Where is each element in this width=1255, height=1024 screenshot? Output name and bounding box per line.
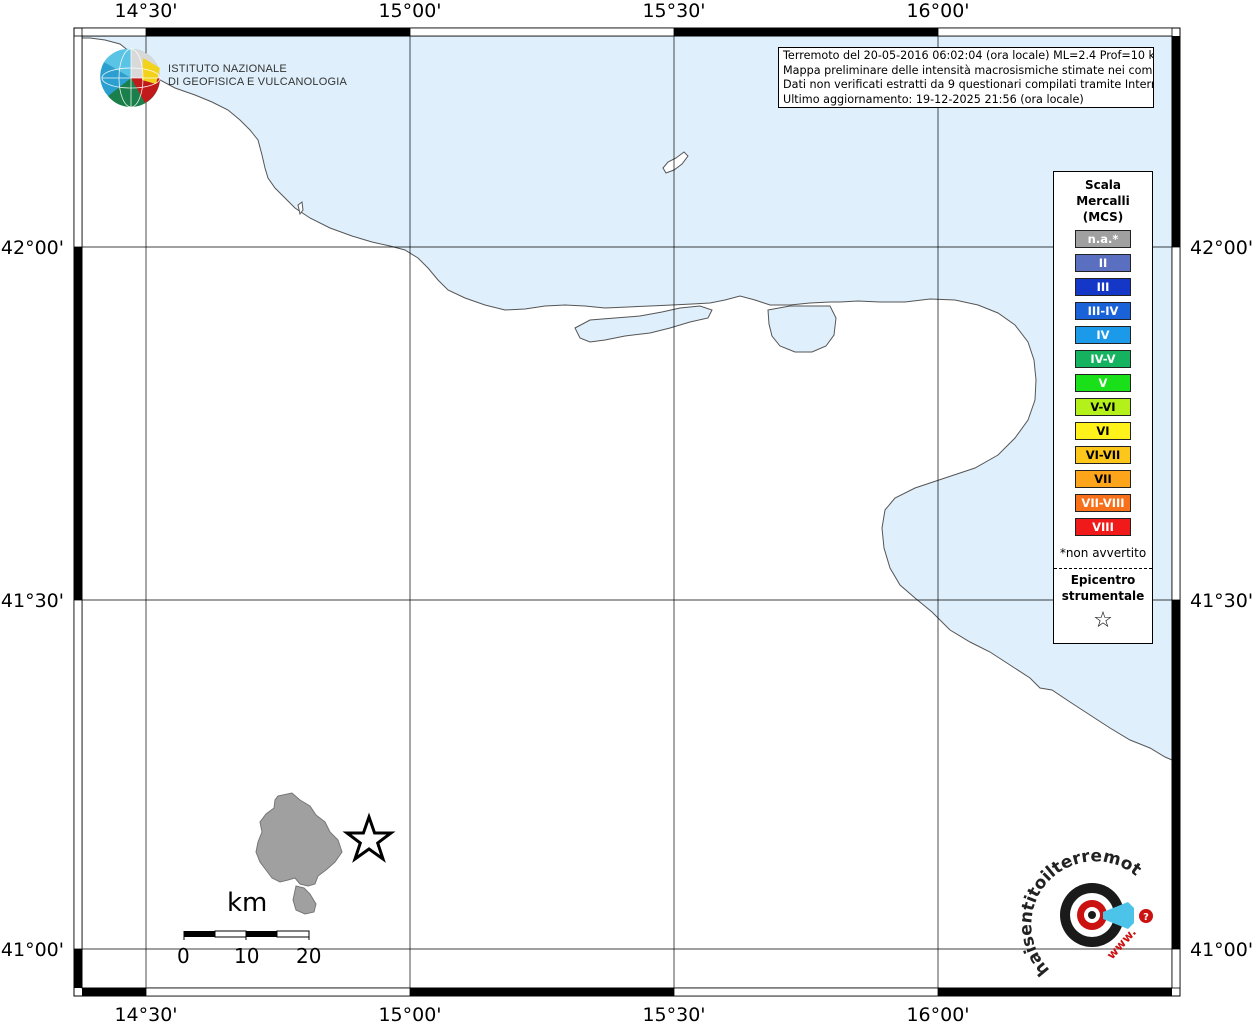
lon-label-bottom-4: 16°00' (906, 1004, 969, 1024)
svg-text:?: ? (1143, 912, 1149, 923)
legend-epicenter-line2: strumentale (1061, 589, 1145, 603)
legend-title-line3: (MCS) (1082, 210, 1124, 224)
legend-title-line1: Scala (1084, 178, 1122, 192)
scale-unit: km (227, 888, 268, 918)
legend-epicenter-label: Epicentro strumentale (1054, 572, 1152, 604)
event-info-line1: Terremoto del 20-05-2016 06:02:04 (ora l… (783, 49, 1154, 62)
legend-swatch: VIII (1075, 518, 1131, 536)
scale-label-0: 0 (177, 944, 190, 968)
lon-label-top-2: 15°00' (378, 0, 441, 22)
legend-title-line2: Mercalli (1076, 194, 1130, 208)
lon-label-bottom-3: 15°30' (642, 1004, 705, 1024)
legend-swatch: V (1075, 374, 1131, 392)
legend-swatch: VI-VII (1075, 446, 1131, 464)
legend-swatch: III (1075, 278, 1131, 296)
legend-swatch: V-VI (1075, 398, 1131, 416)
event-info-box: Terremoto del 20-05-2016 06:02:04 (ora l… (778, 47, 1154, 108)
lon-label-bottom-2: 15°00' (378, 1004, 441, 1024)
legend-title: Scala Mercalli (MCS) (1054, 177, 1152, 225)
mcs-legend: Scala Mercalli (MCS) n.a.* II III III-IV IV I… (1053, 171, 1153, 644)
legend-epicenter-line1: Epicentro (1070, 573, 1136, 587)
scale-label-10: 10 (234, 944, 260, 968)
legend-swatch: IV (1075, 326, 1131, 344)
legend-swatch: II (1075, 254, 1131, 272)
lat-label-left-1: 42°00' (1, 237, 64, 259)
event-info-line2: Mappa preliminare delle intensità macros… (783, 63, 1154, 77)
legend-swatch: IV-V (1075, 350, 1131, 368)
legend-swatch: VI (1075, 422, 1131, 440)
lat-label-left-3: 41°00' (1, 939, 64, 961)
ingv-logo-line2: DI GEOFISICA E VULCANOLOGIA (168, 76, 347, 88)
ingv-logo-text: ISTITUTO NAZIONALE DI GEOFISICA E VULCAN… (168, 63, 347, 89)
lon-label-top-1: 14°30' (114, 0, 177, 22)
legend-swatch: VII (1075, 470, 1131, 488)
event-info-line3: Dati non verificati estratti da 9 questi… (783, 78, 1154, 92)
legend-note: *non avvertito (1059, 546, 1147, 560)
lat-label-left-2: 41°30' (1, 590, 64, 612)
legend-swatch: VII-VIII (1075, 494, 1131, 512)
event-info-line4: Ultimo aggiornamento: 19-12-2025 21:56 (… (783, 92, 1084, 106)
lat-label-right-2: 41°30' (1190, 590, 1253, 612)
legend-swatch: n.a.* (1075, 230, 1131, 248)
lat-label-right-3: 41°00' (1190, 939, 1253, 961)
scale-label-20: 20 (296, 944, 322, 968)
legend-divider (1054, 568, 1152, 569)
lat-label-right-1: 42°00' (1190, 237, 1253, 259)
ingv-logo-line1: ISTITUTO NAZIONALE (168, 63, 287, 75)
legend-swatch: III-IV (1075, 302, 1131, 320)
legend-star-icon: ☆ (1093, 608, 1113, 633)
lon-label-bottom-1: 14°30' (114, 1004, 177, 1024)
lon-label-top-4: 16°00' (906, 0, 969, 22)
lon-label-top-3: 15°30' (642, 0, 705, 22)
